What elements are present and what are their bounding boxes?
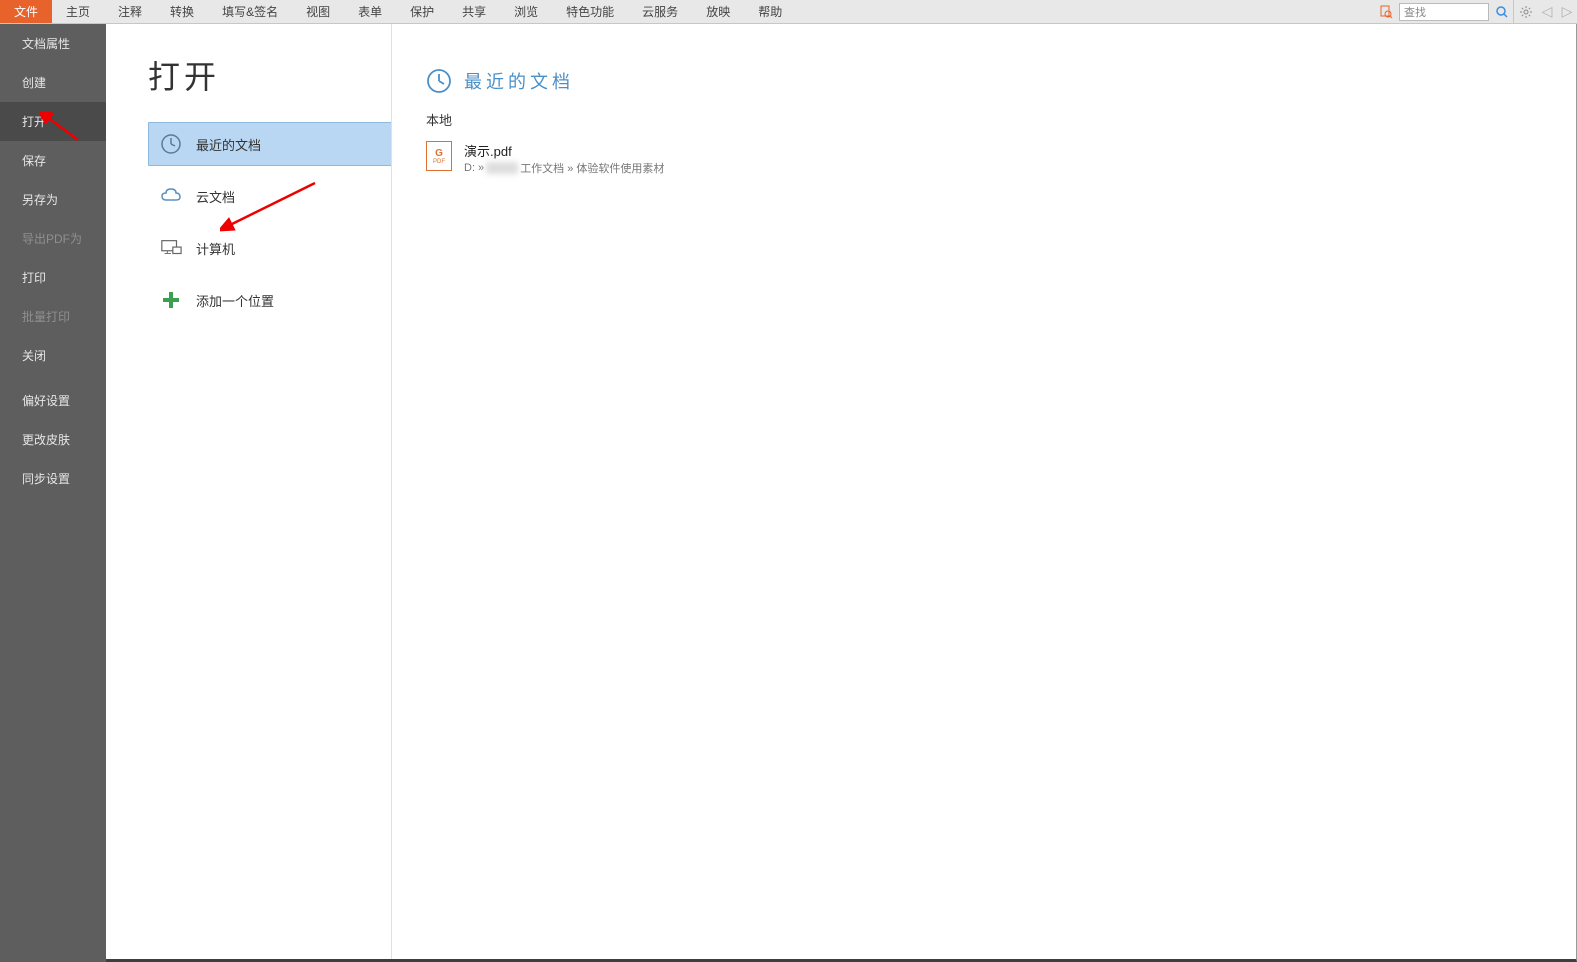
menu-file[interactable]: 文件 — [0, 0, 52, 23]
source-cloud-label: 云文档 — [196, 187, 235, 206]
menu-fillsign[interactable]: 填写&签名 — [208, 0, 292, 23]
menu-cloud[interactable]: 云服务 — [628, 0, 692, 23]
search-doc-icon[interactable] — [1375, 0, 1397, 23]
sidebar-print[interactable]: 打印 — [0, 258, 106, 297]
pdf-file-icon: G PDF — [426, 141, 452, 171]
clock-icon — [160, 133, 182, 155]
menu-home[interactable]: 主页 — [52, 0, 104, 23]
menu-convert[interactable]: 转换 — [156, 0, 208, 23]
computer-icon — [160, 237, 182, 259]
menu-view[interactable]: 视图 — [292, 0, 344, 23]
detail-title: 最近的文档 — [464, 68, 574, 94]
search-input[interactable]: 查找 — [1399, 3, 1489, 21]
source-recent[interactable]: 最近的文档 — [148, 122, 392, 166]
content-area: 打开 最近的文档 云文档 — [106, 24, 1577, 962]
nav-prev-icon[interactable]: ◁ — [1537, 0, 1557, 23]
sidebar-sync[interactable]: 同步设置 — [0, 459, 106, 498]
file-sidebar: 文档属性 创建 打开 保存 另存为 导出PDF为 打印 批量打印 关闭 偏好设置… — [0, 24, 106, 962]
sidebar-skin[interactable]: 更改皮肤 — [0, 420, 106, 459]
top-menu-bar: 文件 主页 注释 转换 填写&签名 视图 表单 保护 共享 浏览 特色功能 云服… — [0, 0, 1577, 24]
source-column: 打开 最近的文档 云文档 — [106, 24, 391, 959]
file-row[interactable]: G PDF 演示.pdf D: » 工作文档 » 体验软件使用素材 — [426, 137, 1576, 180]
source-addlocation[interactable]: 添加一个位置 — [148, 278, 392, 322]
menu-present[interactable]: 放映 — [692, 0, 744, 23]
sidebar-open[interactable]: 打开 — [0, 102, 106, 141]
sidebar-save[interactable]: 保存 — [0, 141, 106, 180]
sidebar-saveas[interactable]: 另存为 — [0, 180, 106, 219]
sidebar-preferences[interactable]: 偏好设置 — [0, 381, 106, 420]
menu-share[interactable]: 共享 — [448, 0, 500, 23]
sidebar-export[interactable]: 导出PDF为 — [0, 219, 106, 258]
gear-icon[interactable] — [1513, 0, 1537, 23]
clock-icon — [426, 68, 452, 94]
nav-next-icon[interactable]: ▷ — [1557, 0, 1577, 23]
plus-icon — [160, 289, 182, 311]
source-cloud[interactable]: 云文档 — [148, 174, 392, 218]
source-computer[interactable]: 计算机 — [148, 226, 392, 270]
cloud-icon — [160, 185, 182, 207]
sidebar-close[interactable]: 关闭 — [0, 336, 106, 375]
sidebar-batchprint[interactable]: 批量打印 — [0, 297, 106, 336]
detail-header: 最近的文档 — [426, 68, 1576, 94]
detail-column: 最近的文档 本地 G PDF 演示.pdf D: » 工作文档 » 体验软件使用… — [391, 24, 1576, 959]
menu-feature[interactable]: 特色功能 — [552, 0, 628, 23]
source-addlocation-label: 添加一个位置 — [196, 291, 274, 310]
menu-form[interactable]: 表单 — [344, 0, 396, 23]
menu-protect[interactable]: 保护 — [396, 0, 448, 23]
file-name: 演示.pdf — [464, 141, 664, 160]
detail-section-label: 本地 — [426, 110, 1576, 129]
sidebar-create[interactable]: 创建 — [0, 63, 106, 102]
file-path: D: » 工作文档 » 体验软件使用素材 — [464, 160, 664, 176]
search-go-icon[interactable] — [1491, 0, 1513, 23]
menu-comment[interactable]: 注释 — [104, 0, 156, 23]
redacted-path-segment — [486, 162, 518, 174]
source-recent-label: 最近的文档 — [196, 135, 261, 154]
page-title: 打开 — [148, 52, 391, 98]
sidebar-docprops[interactable]: 文档属性 — [0, 24, 106, 63]
menu-help[interactable]: 帮助 — [744, 0, 796, 23]
menu-browse[interactable]: 浏览 — [500, 0, 552, 23]
source-computer-label: 计算机 — [196, 239, 235, 258]
